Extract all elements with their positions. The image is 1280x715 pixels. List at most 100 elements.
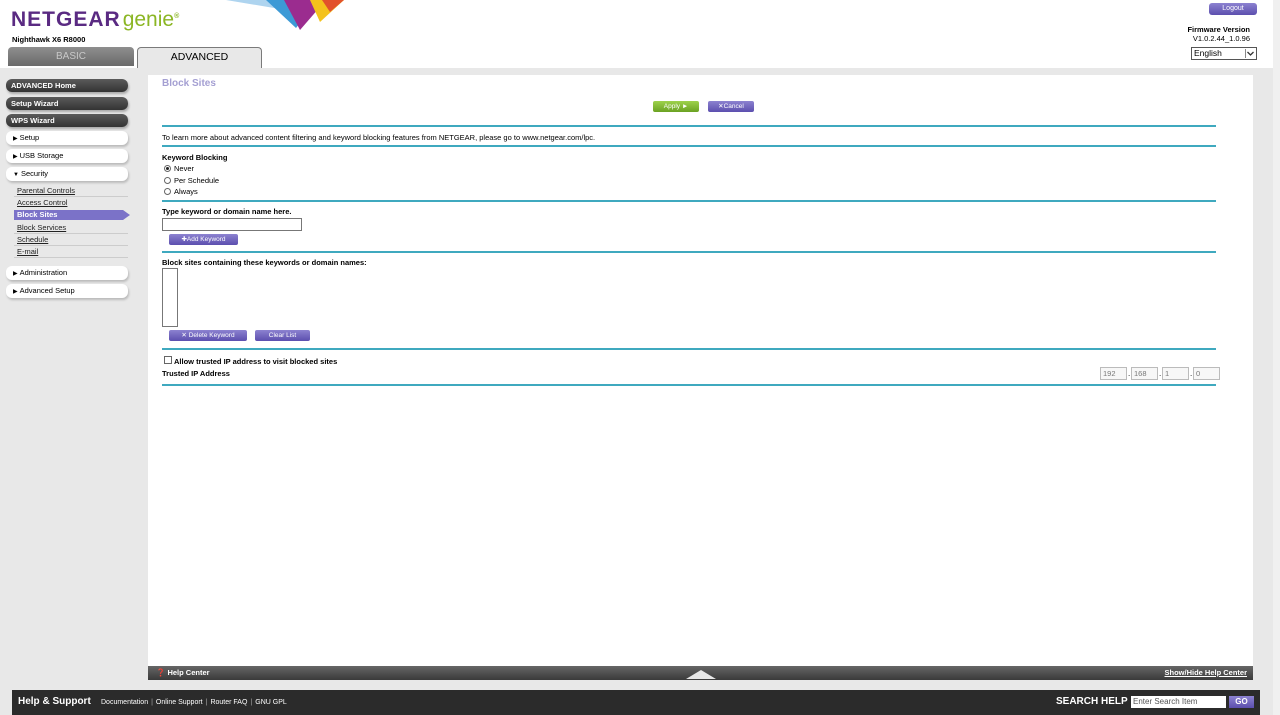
divider <box>162 200 1216 202</box>
sidebar-item-parental-controls[interactable]: Parental Controls <box>17 186 75 195</box>
radio-always-label: Always <box>174 187 198 196</box>
logo-netgear-text: NETGEAR <box>11 8 121 31</box>
nav-setup-wizard[interactable]: Setup Wizard <box>6 97 128 110</box>
divider <box>162 348 1216 350</box>
main-content: Block Sites Apply ► ✕Cancel To learn mor… <box>148 75 1253 666</box>
nav-administration[interactable]: ▶ Administration <box>6 266 128 280</box>
nav-setup-label: Setup <box>19 133 40 142</box>
radio-button-selected[interactable] <box>164 165 171 172</box>
router-model: Nighthawk X6 R8000 <box>12 35 86 44</box>
sidebar-item-block-sites[interactable]: Block Sites <box>14 210 130 220</box>
nav-administration-label: Administration <box>19 268 68 277</box>
logout-button[interactable]: Logout <box>1209 3 1257 15</box>
caret-down-icon: ▼ <box>13 172 19 178</box>
router-faq-link[interactable]: Router FAQ <box>207 699 250 706</box>
caret-right-icon: ▶ <box>13 271 18 277</box>
logo-swoosh-graphic <box>226 0 344 30</box>
cancel-button[interactable]: ✕Cancel <box>708 101 754 112</box>
sidebar-item-schedule[interactable]: Schedule <box>17 235 48 244</box>
search-go-button[interactable]: GO <box>1229 696 1254 708</box>
expand-up-icon[interactable] <box>686 669 716 679</box>
footer: Help & Support Documentation | Online Sup… <box>12 690 1260 715</box>
caret-right-icon: ▶ <box>13 136 18 142</box>
nav-usb-storage-label: USB Storage <box>19 151 64 160</box>
tab-basic[interactable]: BASIC <box>8 47 134 66</box>
nav-advanced-home[interactable]: ADVANCED Home <box>6 79 128 92</box>
trusted-ip-label: Trusted IP Address <box>162 369 230 378</box>
sidebar-item-email[interactable]: E-mail <box>17 247 38 256</box>
footer-title: Help & Support <box>18 696 91 707</box>
gnu-gpl-link[interactable]: GNU GPL <box>252 699 290 706</box>
trusted-ip-octet-1[interactable]: 192 <box>1100 367 1127 380</box>
nav-usb-storage[interactable]: ▶ USB Storage <box>6 149 128 163</box>
divider <box>14 233 128 234</box>
nav-security-label: Security <box>20 169 49 178</box>
search-help-input[interactable]: Enter Search Item <box>1131 696 1226 708</box>
caret-right-icon: ▶ <box>13 289 18 295</box>
allow-trusted-ip-label: Allow trusted IP address to visit blocke… <box>174 357 338 366</box>
sidebar-item-access-control[interactable]: Access Control <box>17 198 67 207</box>
block-list-label: Block sites containing these keywords or… <box>162 258 367 267</box>
footer-links: Documentation | Online Support | Router FA… <box>98 699 290 706</box>
close-icon: ✕ <box>181 332 189 339</box>
divider <box>162 125 1216 127</box>
add-keyword-button[interactable]: ✚Add Keyword <box>169 234 238 245</box>
nav-setup[interactable]: ▶ Setup <box>6 131 128 145</box>
nav-wps-wizard[interactable]: WPS Wizard <box>6 114 128 127</box>
nav-advanced-setup[interactable]: ▶ Advanced Setup <box>6 284 128 298</box>
divider <box>14 257 128 258</box>
keyword-blocking-label: Keyword Blocking <box>162 153 228 162</box>
documentation-link[interactable]: Documentation <box>98 699 151 706</box>
apply-button[interactable]: Apply ► <box>653 101 699 112</box>
divider <box>162 145 1216 147</box>
nav-security[interactable]: ▼ Security <box>6 167 128 181</box>
header: NETGEARgenie® Nighthawk X6 R8000 BASIC A… <box>0 0 1273 68</box>
allow-trusted-ip-checkbox[interactable] <box>164 356 172 364</box>
add-keyword-label: Add Keyword <box>186 236 226 243</box>
keyword-input[interactable] <box>162 218 302 231</box>
cancel-button-label: Cancel <box>723 103 744 110</box>
language-select[interactable]: English <box>1191 47 1257 60</box>
firmware-version-label: Firmware Version <box>1187 25 1250 34</box>
netgear-genie-logo: NETGEARgenie® <box>11 8 180 32</box>
radio-never-label: Never <box>174 164 195 173</box>
sidebar-item-block-services[interactable]: Block Services <box>17 223 66 232</box>
logo-genie-text: genie <box>122 8 175 31</box>
firmware-version-value: V1.0.2.44_1.0.96 <box>1192 34 1250 43</box>
type-keyword-label: Type keyword or domain name here. <box>162 207 292 216</box>
help-center-toggle[interactable]: ❓ Help Center <box>156 666 210 680</box>
logo-trademark: ® <box>174 13 181 20</box>
online-support-link[interactable]: Online Support <box>153 699 206 706</box>
delete-keyword-label: Delete Keyword <box>188 332 235 339</box>
help-question-icon: ❓ <box>156 668 166 677</box>
trusted-ip-octet-3[interactable]: 1 <box>1162 367 1189 380</box>
ip-dot: . <box>1128 369 1131 378</box>
trusted-ip-octet-2[interactable]: 168 <box>1131 367 1158 380</box>
blocked-keywords-list[interactable] <box>162 268 178 327</box>
chevron-down-icon <box>1245 49 1255 58</box>
clear-list-button[interactable]: Clear List <box>255 330 310 341</box>
help-center-label: Help Center <box>167 668 210 677</box>
scrollbar[interactable] <box>1273 0 1280 715</box>
divider <box>162 251 1216 253</box>
trusted-ip-octet-4[interactable]: 0 <box>1193 367 1220 380</box>
radio-per-schedule[interactable]: Per Schedule <box>164 176 219 185</box>
caret-right-icon: ▶ <box>13 154 18 160</box>
show-hide-help-center-link[interactable]: Show/Hide Help Center <box>1164 666 1247 680</box>
search-help-label: SEARCH HELP <box>1056 696 1128 707</box>
radio-button[interactable] <box>164 177 171 184</box>
radio-always[interactable]: Always <box>164 187 198 196</box>
nav-advanced-setup-label: Advanced Setup <box>19 286 75 295</box>
language-selected-value: English <box>1194 48 1222 58</box>
ip-dot: . <box>1159 369 1162 378</box>
tab-advanced[interactable]: ADVANCED <box>137 47 262 68</box>
ip-dot: . <box>1190 369 1193 378</box>
delete-keyword-button[interactable]: ✕ Delete Keyword <box>169 330 247 341</box>
divider <box>162 384 1216 386</box>
page-title: Block Sites <box>162 78 216 89</box>
divider <box>14 196 128 197</box>
divider <box>14 245 128 246</box>
help-center-bar: ❓ Help Center Show/Hide Help Center <box>148 666 1253 680</box>
radio-never[interactable]: Never <box>164 164 194 173</box>
radio-button[interactable] <box>164 188 171 195</box>
